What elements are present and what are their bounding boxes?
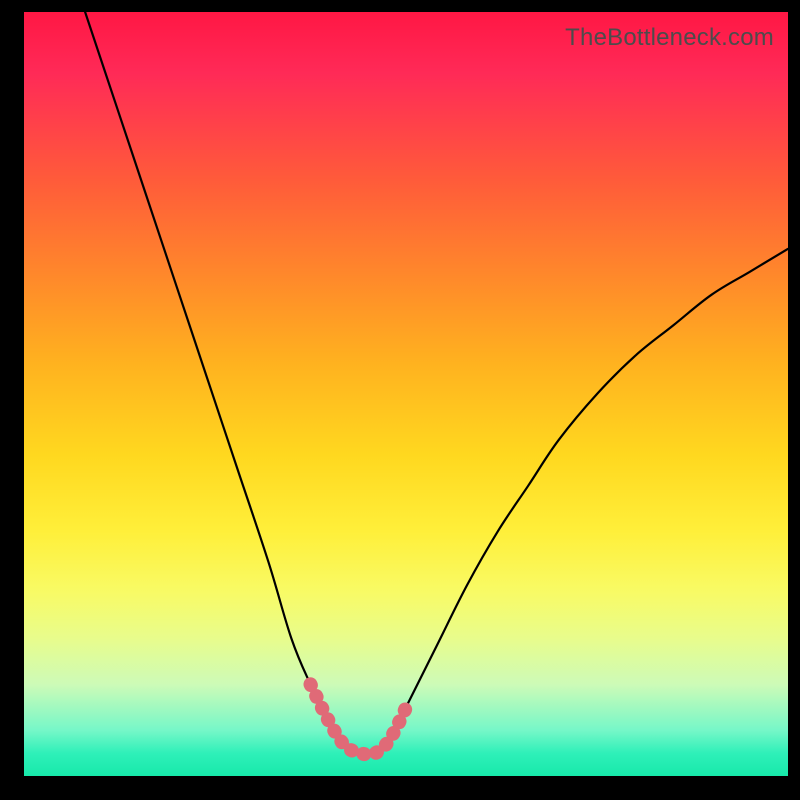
highlight-segment	[311, 684, 410, 754]
bottleneck-chart	[24, 12, 788, 776]
chart-frame: TheBottleneck.com	[0, 0, 800, 800]
plot-area: TheBottleneck.com	[24, 12, 788, 776]
bottleneck-curve	[85, 12, 788, 755]
watermark-text: TheBottleneck.com	[565, 24, 774, 52]
